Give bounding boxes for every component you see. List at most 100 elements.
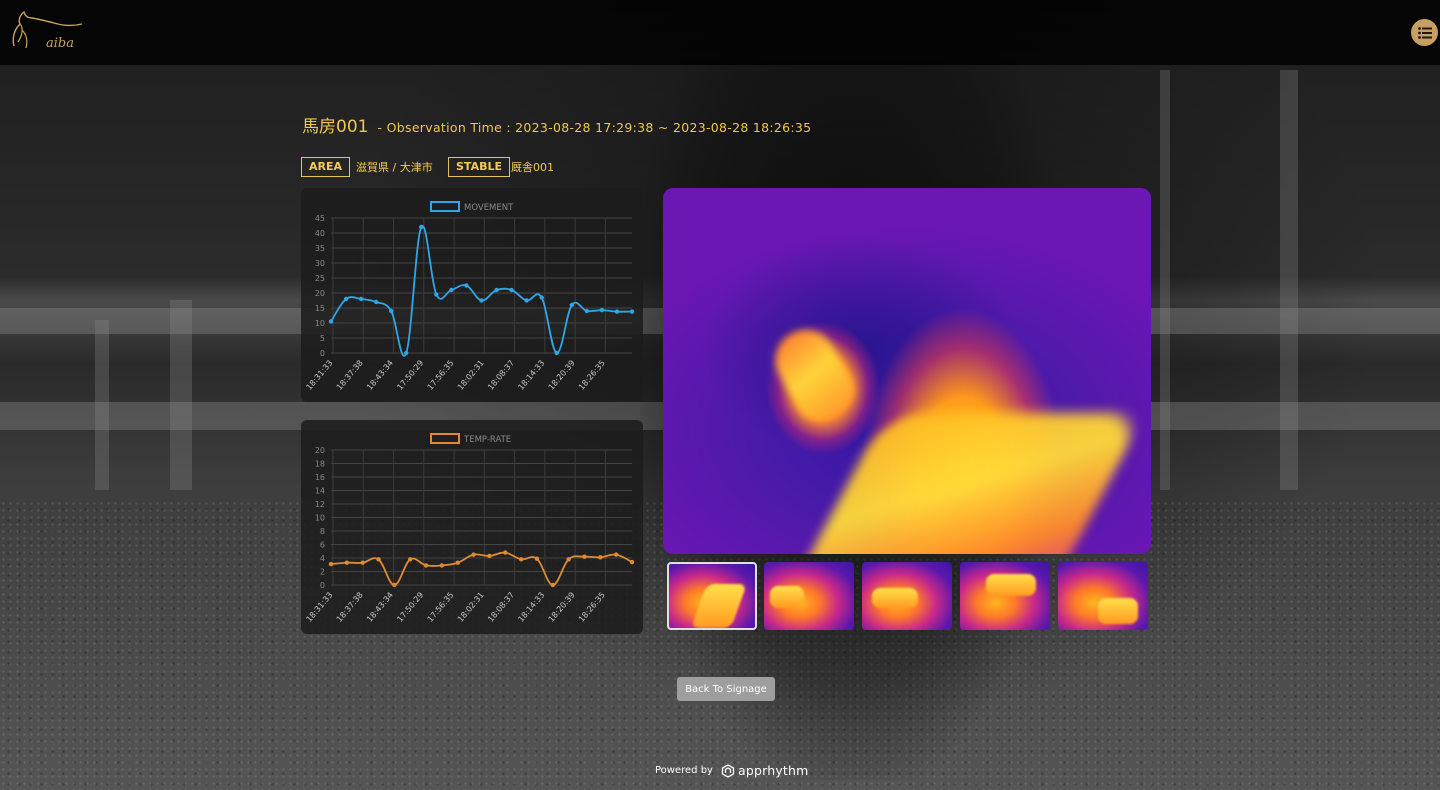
data-point — [509, 287, 514, 293]
data-point — [360, 560, 365, 565]
observation-time: - Observation Time : 2023-08-28 17:29:38… — [377, 120, 812, 135]
x-tick-label: 18:20:39 — [547, 591, 577, 624]
x-tick-label: 18:37:38 — [335, 359, 365, 392]
x-tick-label: 17:50:29 — [395, 591, 425, 624]
stable-tag: STABLE — [448, 157, 510, 177]
y-tick-label: 45 — [315, 214, 325, 223]
aiba-logo[interactable]: aiba — [8, 8, 88, 58]
y-tick-label: 10 — [315, 319, 325, 328]
x-tick-label: 17:56:35 — [426, 591, 456, 624]
footer: Powered by apprhythm — [655, 763, 809, 778]
stable-value: 厩舎001 — [511, 161, 554, 174]
x-tick-label: 18:43:34 — [365, 591, 395, 624]
legend-label: TEMP-RATE — [463, 435, 511, 445]
data-point — [344, 560, 350, 565]
data-point — [598, 555, 603, 560]
y-tick-label: 5 — [320, 334, 325, 343]
data-point — [503, 550, 508, 555]
page-title-row: 馬房001 - Observation Time : 2023-08-28 17… — [302, 112, 811, 137]
y-tick-label: 18 — [315, 460, 325, 469]
data-point — [599, 307, 605, 313]
data-point — [389, 308, 394, 314]
x-tick-label: 18:43:34 — [365, 359, 395, 392]
legend-swatch — [430, 433, 460, 444]
data-point — [419, 224, 424, 230]
x-tick-label: 18:37:38 — [335, 591, 365, 624]
data-point — [404, 350, 409, 356]
data-point — [569, 302, 574, 308]
brand-name: apprhythm — [737, 763, 809, 778]
y-tick-label: 16 — [315, 473, 325, 482]
y-tick-label: 20 — [315, 446, 325, 455]
x-tick-label: 18:31:33 — [305, 359, 335, 392]
data-point — [614, 309, 620, 314]
top-navbar: aiba — [0, 0, 1440, 65]
data-point — [408, 557, 413, 562]
data-point — [566, 557, 571, 562]
y-tick-label: 20 — [315, 289, 325, 298]
y-tick-label: 10 — [315, 514, 325, 523]
data-point — [534, 556, 540, 561]
x-tick-label: 18:02:31 — [456, 591, 486, 624]
y-tick-label: 4 — [320, 554, 325, 563]
data-point — [471, 552, 476, 557]
data-point — [449, 287, 454, 293]
data-point — [328, 561, 334, 567]
y-tick-label: 30 — [315, 259, 325, 268]
thermal-image-main — [663, 188, 1151, 554]
menu-button[interactable] — [1411, 19, 1438, 46]
data-point — [328, 319, 334, 324]
data-point — [423, 563, 429, 568]
series-line — [330, 551, 633, 586]
data-point — [613, 552, 619, 557]
y-tick-label: 14 — [315, 487, 325, 496]
legend-swatch — [430, 201, 460, 212]
x-tick-label: 18:14:33 — [516, 591, 546, 624]
x-tick-label: 18:08:37 — [486, 591, 516, 624]
data-point — [434, 292, 439, 297]
data-point — [376, 557, 381, 562]
thermal-thumbnail[interactable] — [1058, 562, 1148, 630]
data-point — [373, 299, 379, 305]
data-point — [439, 563, 445, 568]
data-point — [494, 287, 499, 293]
apprhythm-logo-icon — [721, 763, 735, 778]
x-tick-label: 18:02:31 — [456, 359, 486, 392]
data-point — [584, 308, 590, 314]
y-tick-label: 35 — [315, 244, 325, 253]
powered-by-text: Powered by — [655, 765, 713, 776]
data-point — [524, 298, 529, 303]
logo-text: aiba — [46, 36, 74, 51]
x-tick-label: 18:31:33 — [305, 591, 335, 624]
y-tick-label: 2 — [320, 568, 325, 577]
y-tick-label: 6 — [320, 541, 325, 550]
thermal-thumbnail[interactable] — [862, 562, 952, 630]
x-tick-label: 18:08:37 — [486, 359, 516, 392]
area-tag: AREA — [301, 157, 351, 177]
x-tick-label: 17:56:35 — [426, 359, 456, 392]
list-icon — [1417, 26, 1432, 39]
y-tick-label: 8 — [320, 527, 325, 536]
data-point — [629, 559, 635, 565]
data-point — [539, 295, 544, 300]
thermal-thumbnail[interactable] — [667, 562, 757, 630]
x-tick-label: 17:50:29 — [395, 359, 425, 392]
y-tick-label: 0 — [320, 581, 325, 590]
temp-rate-chart: 0 2 4 6 8 10 12 14 16 18 20 18:31:33 18:37:38 18:43:3… — [305, 433, 635, 624]
x-tick-label: 18:26:35 — [577, 359, 607, 392]
data-point — [518, 557, 524, 562]
series-line — [330, 225, 633, 357]
data-point — [343, 296, 349, 302]
back-to-signage-button[interactable]: Back To Signage — [677, 677, 775, 701]
data-point — [582, 554, 587, 559]
thermal-thumbnail[interactable] — [960, 562, 1050, 630]
page-title: 馬房001 — [302, 117, 369, 137]
data-point — [464, 283, 469, 288]
data-point — [554, 350, 559, 356]
y-tick-label: 15 — [315, 304, 325, 313]
thermal-thumbnail[interactable] — [764, 562, 854, 630]
y-tick-label: 40 — [315, 229, 325, 238]
movement-chart: 0 5 10 15 20 25 30 35 40 45 18:31:33 18:37:38 18:43:… — [305, 201, 635, 392]
data-point — [479, 298, 484, 303]
temp-rate-chart-panel: 0 2 4 6 8 10 12 14 16 18 20 18:31:33 18:37:38 18:43:3… — [301, 420, 643, 634]
